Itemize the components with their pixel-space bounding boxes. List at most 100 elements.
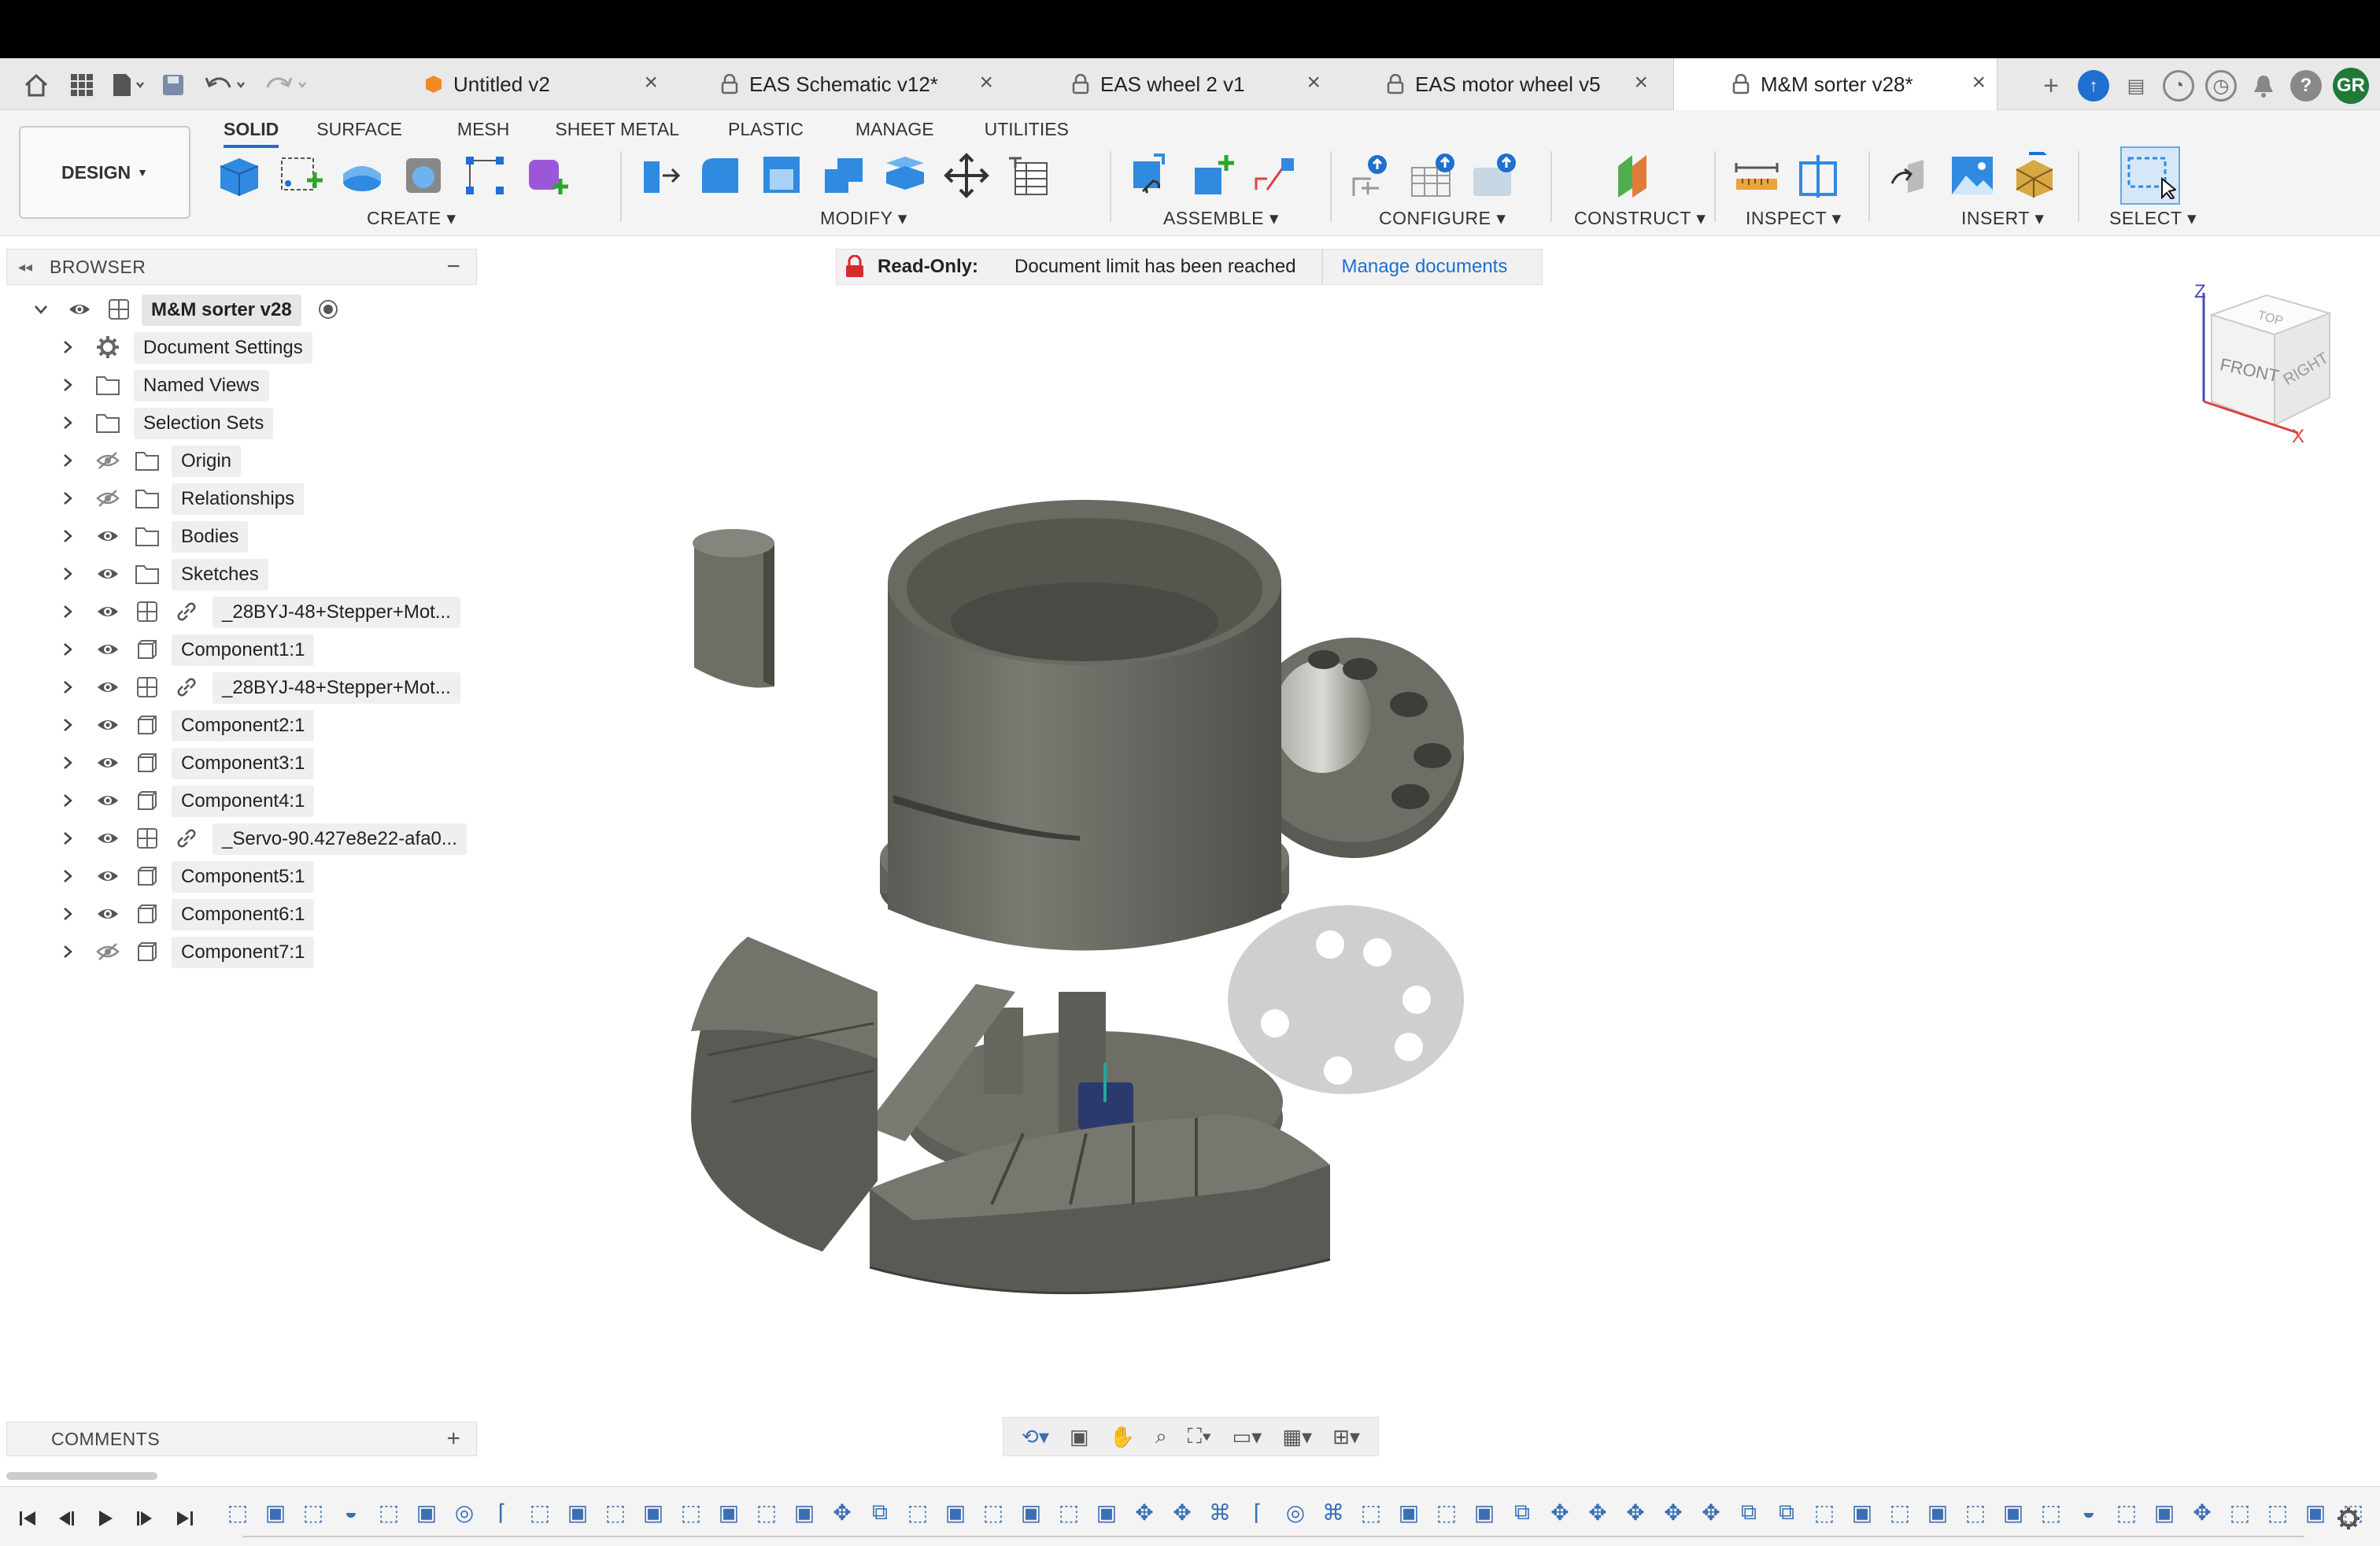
browser-tree-item[interactable]: Document Settings [0, 329, 488, 365]
configure-theme-icon[interactable] [1470, 150, 1521, 201]
timeline-feature-icon[interactable]: ⬚ [375, 1498, 403, 1526]
offset-plane-icon[interactable] [1609, 150, 1659, 201]
browser-tree-item[interactable]: Sketches [0, 556, 488, 592]
timeline-feature-icon[interactable]: ⬚ [1055, 1498, 1083, 1526]
timeline-settings-gear-icon[interactable] [2334, 1504, 2363, 1533]
browser-root-item[interactable]: M&M sorter v28 [0, 291, 488, 327]
timeline-feature-icon[interactable]: ⬚ [224, 1498, 252, 1526]
timeline-feature-icon[interactable]: ◎ [450, 1498, 479, 1526]
chevron-right-icon[interactable] [60, 453, 76, 468]
eye-icon[interactable] [94, 674, 121, 701]
go-to-end-icon[interactable] [170, 1504, 198, 1533]
chevron-right-icon[interactable] [60, 830, 76, 846]
step-back-icon[interactable] [52, 1504, 80, 1533]
create-sketch-icon[interactable] [275, 150, 326, 201]
timeline-feature-icon[interactable]: ▣ [715, 1498, 743, 1526]
manage-documents-link[interactable]: Manage documents [1342, 256, 1508, 278]
minimize-panel-icon[interactable]: − [446, 253, 460, 280]
chevron-right-icon[interactable] [60, 490, 76, 506]
configure-menu[interactable]: CONFIGURE ▾ [1379, 208, 1506, 229]
assemble-menu[interactable]: ASSEMBLE ▾ [1163, 208, 1279, 229]
browser-tree-item[interactable]: Selection Sets [0, 405, 488, 441]
configure-grid-icon[interactable] [1409, 150, 1459, 201]
timeline-feature-icon[interactable]: ⧉ [1508, 1498, 1536, 1526]
timeline-feature-icon[interactable]: ✥ [1168, 1498, 1196, 1526]
tab-mesh[interactable]: MESH [438, 113, 528, 145]
browser-tree-item[interactable]: Component2:1 [0, 707, 488, 743]
view-cube[interactable]: Z X TOP FRONT RIGHT [2188, 276, 2353, 457]
timeline-feature-icon[interactable]: ◒ [337, 1498, 365, 1526]
window-select-icon[interactable] [2120, 146, 2180, 205]
interference-icon[interactable] [1793, 150, 1843, 201]
chevron-right-icon[interactable] [60, 906, 76, 922]
browser-tree-item[interactable]: Component5:1 [0, 858, 488, 894]
chevron-right-icon[interactable] [60, 755, 76, 771]
eye-icon[interactable] [94, 825, 121, 852]
timeline-feature-icon[interactable]: ⬚ [2226, 1498, 2254, 1526]
timeline-feature-icon[interactable]: ✥ [828, 1498, 856, 1526]
close-icon[interactable]: × [644, 71, 658, 94]
3d-viewport[interactable] [488, 291, 2377, 1409]
chevron-right-icon[interactable] [60, 566, 76, 582]
timeline-feature-icon[interactable]: ⧉ [866, 1498, 894, 1526]
timeline-feature-icon[interactable]: ⬚ [979, 1498, 1007, 1526]
timeline-feature-icon[interactable]: ▣ [261, 1498, 290, 1526]
sketch-dimension-icon[interactable] [460, 150, 510, 201]
activate-radio-icon[interactable] [315, 296, 342, 323]
timeline-feature-icon[interactable]: ▣ [1017, 1498, 1045, 1526]
browser-tree-item[interactable]: Named Views [0, 367, 488, 403]
eye-hidden-icon[interactable] [94, 485, 121, 512]
timeline-feature-icon[interactable]: ⬚ [2112, 1498, 2141, 1526]
tab-eas-wheel-2[interactable]: EAS wheel 2 v1 × [1072, 58, 1332, 110]
timeline-feature-icon[interactable]: ▣ [1470, 1498, 1499, 1526]
save-icon[interactable] [156, 69, 190, 101]
timeline-feature-icon[interactable]: ▣ [1092, 1498, 1121, 1526]
configure-table-icon[interactable] [1347, 150, 1398, 201]
close-icon[interactable]: × [979, 71, 993, 94]
browser-tree-item[interactable]: Component6:1 [0, 896, 488, 932]
timeline-feature-icon[interactable]: ▣ [941, 1498, 970, 1526]
close-icon[interactable]: × [1972, 71, 1986, 94]
move-copy-icon[interactable] [941, 150, 992, 201]
tab-surface[interactable]: SURFACE [298, 113, 421, 145]
zoom-icon[interactable]: ⌕ [1155, 1424, 1167, 1449]
eye-icon[interactable] [94, 523, 121, 549]
timeline-feature-icon[interactable]: ✥ [1621, 1498, 1650, 1526]
change-parameters-icon[interactable] [1003, 150, 1053, 201]
timeline-feature-icon[interactable]: ✥ [2188, 1498, 2216, 1526]
browser-tree-item[interactable]: Component1:1 [0, 631, 488, 668]
create-form-icon[interactable] [521, 150, 571, 201]
home-icon[interactable] [19, 69, 54, 101]
undo-icon[interactable] [201, 69, 252, 101]
extensions-icon[interactable]: ▤ [2120, 70, 2152, 102]
apps-grid-icon[interactable] [65, 69, 99, 101]
joint-icon[interactable] [1125, 150, 1176, 201]
tab-plastic[interactable]: PLASTIC [709, 113, 822, 145]
timeline-feature-icon[interactable]: ⌈ [1244, 1498, 1272, 1526]
eye-hidden-icon[interactable] [94, 447, 121, 474]
fillet-icon[interactable] [696, 150, 746, 201]
timeline-feature-icon[interactable]: ⬚ [299, 1498, 327, 1526]
eye-icon[interactable] [94, 749, 121, 776]
browser-tree-item[interactable]: _28BYJ-48+Stepper+Mot... [0, 594, 488, 630]
chevron-right-icon[interactable] [60, 377, 76, 393]
fit-icon[interactable]: ⛶▾ [1188, 1424, 1212, 1449]
revolve-icon[interactable] [398, 150, 449, 201]
timeline-feature-icon[interactable]: ⬚ [1886, 1498, 1914, 1526]
timeline-feature-icon[interactable]: ▣ [790, 1498, 819, 1526]
eye-icon[interactable] [66, 296, 93, 323]
timeline-feature-icon[interactable]: ⧉ [1772, 1498, 1801, 1526]
eye-icon[interactable] [94, 901, 121, 927]
browser-tree-item[interactable]: _28BYJ-48+Stepper+Mot... [0, 669, 488, 705]
chevron-right-icon[interactable] [60, 339, 76, 355]
tab-sheet-metal[interactable]: SHEET METAL [536, 113, 698, 145]
eye-icon[interactable] [94, 787, 121, 814]
timeline-feature-icon[interactable]: ▣ [639, 1498, 667, 1526]
insert-derive-icon[interactable] [1886, 150, 1936, 201]
tab-eas-schematic[interactable]: EAS Schematic v12* × [721, 58, 1004, 110]
play-icon[interactable] [91, 1504, 120, 1533]
timeline-feature-icon[interactable]: ▣ [1924, 1498, 1952, 1526]
eye-icon[interactable] [94, 598, 121, 625]
timeline-feature-icon[interactable]: ⬚ [1810, 1498, 1839, 1526]
insert-canvas-icon[interactable] [1947, 150, 1998, 201]
